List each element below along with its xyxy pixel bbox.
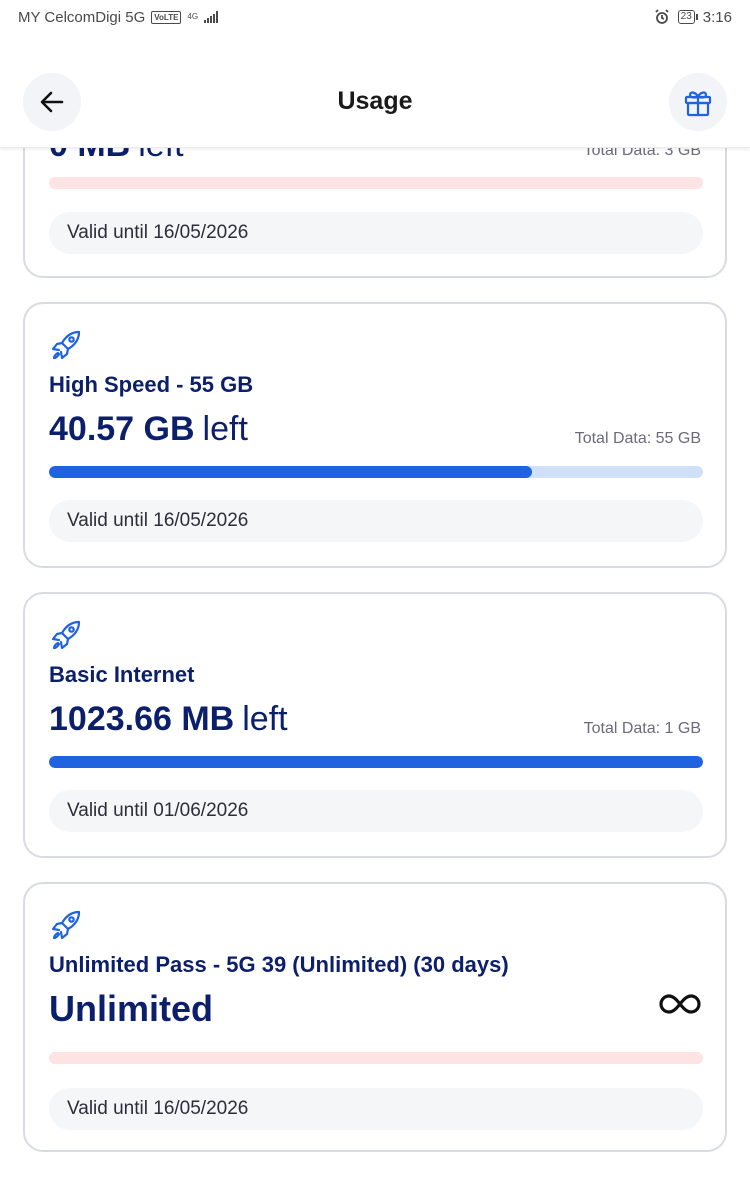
data-plan-card: Basic Internet 1023.66 MB left Total Data… <box>23 592 727 858</box>
battery-icon: 23 <box>677 10 698 24</box>
usage-progress-fill <box>49 466 532 478</box>
plan-name: Basic Internet <box>49 662 195 687</box>
volte-badge: VoLTE <box>151 10 182 24</box>
infinity-icon <box>659 992 701 1021</box>
plan-name: High Speed - 55 GB <box>49 372 254 397</box>
usage-progress-bar <box>49 177 703 189</box>
usage-progress-fill <box>49 756 703 768</box>
validity-label: Valid until 16/05/2026 <box>49 212 703 254</box>
clock: 3:16 <box>702 8 732 26</box>
rocket-icon <box>49 908 83 947</box>
network-type-label: 4G <box>187 12 199 21</box>
remaining-data: Unlimited <box>49 988 214 1029</box>
validity-label: Valid until 01/06/2026 <box>49 790 703 832</box>
usage-progress-bar <box>49 756 703 768</box>
status-bar: MY CelcomDigi 5G VoLTE 4G 23 3:16 <box>0 0 750 34</box>
plan-name: Unlimited Pass - 5G 39 (Unlimited) (30 d… <box>49 952 509 977</box>
usage-list[interactable]: 0 MBleft Total Data: 3 GB Valid until 16… <box>0 0 750 1200</box>
alarm-icon <box>655 9 669 24</box>
gift-icon <box>684 91 712 117</box>
page-title: Usage <box>337 87 413 115</box>
signal-icon <box>204 11 219 23</box>
data-plan-card: High Speed - 55 GB 40.57 GB left Total Da… <box>23 302 727 568</box>
rocket-icon <box>49 618 83 657</box>
carrier-label: MY CelcomDigi 5G <box>18 8 146 26</box>
gift-button[interactable] <box>669 73 727 131</box>
usage-progress-bar <box>49 1052 703 1064</box>
remaining-data: 1023.66 MB left <box>49 700 288 738</box>
total-data-label: Total Data: 1 GB <box>583 720 701 737</box>
rocket-icon <box>49 328 83 367</box>
validity-label: Valid until 16/05/2026 <box>49 500 703 542</box>
remaining-data: 40.57 GB left <box>49 410 248 448</box>
total-data-label: Total Data: 55 GB <box>574 430 701 447</box>
app-header: Usage <box>0 34 750 148</box>
validity-label: Valid until 16/05/2026 <box>49 1088 703 1130</box>
usage-progress-bar <box>49 466 703 478</box>
data-plan-card: Unlimited Pass - 5G 39 (Unlimited) (30 d… <box>23 882 727 1152</box>
